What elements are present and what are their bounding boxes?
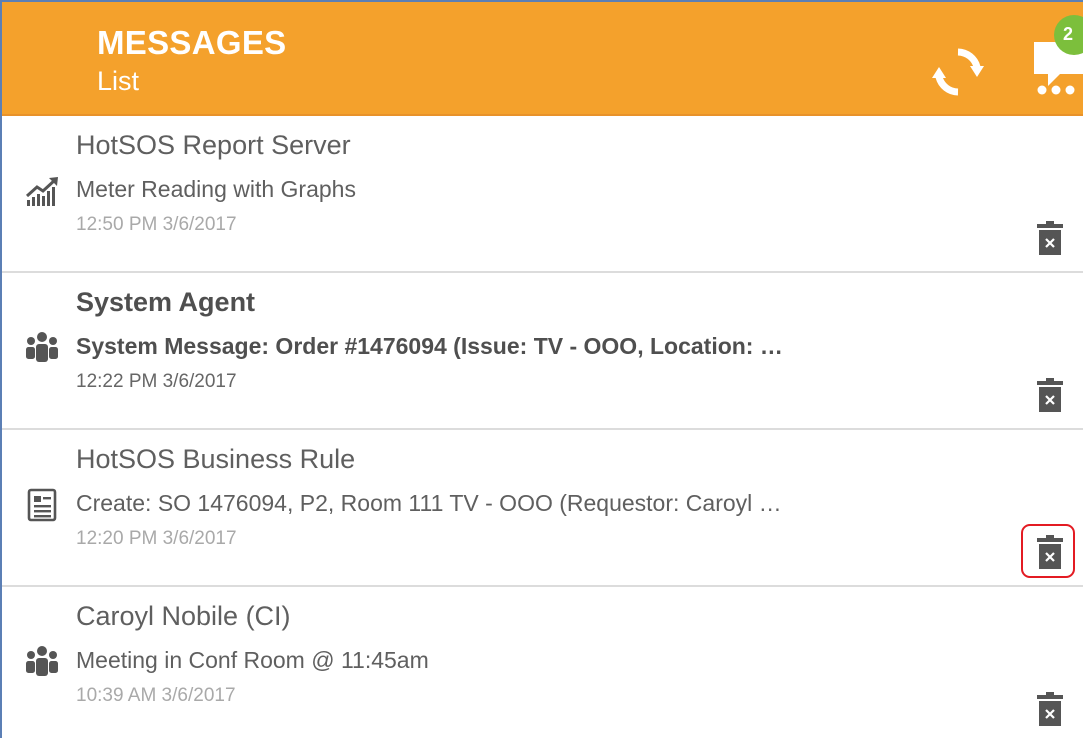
message-subject: Meeting in Conf Room @ 11:45am <box>76 647 429 673</box>
message-timestamp: 12:22 PM 3/6/2017 <box>76 371 237 392</box>
message-timestamp: 12:20 PM 3/6/2017 <box>76 528 237 549</box>
chart-trend-icon <box>25 177 58 206</box>
message-row[interactable]: HotSOS Report Server Meter Reading with … <box>2 116 1083 273</box>
page-subtitle: List <box>97 66 140 96</box>
message-sender: System Agent <box>76 287 256 317</box>
message-list: HotSOS Report Server Meter Reading with … <box>2 116 1083 738</box>
message-subject: System Message: Order #1476094 (Issue: T… <box>76 333 783 359</box>
message-sender: Caroyl Nobile (CI) <box>76 601 291 631</box>
delete-trash-icon[interactable] <box>1036 534 1064 570</box>
message-sender: HotSOS Report Server <box>76 130 351 160</box>
message-row[interactable]: HotSOS Business Rule Create: SO 1476094,… <box>2 430 1083 587</box>
document-icon <box>27 488 57 522</box>
message-timestamp: 12:50 PM 3/6/2017 <box>76 214 237 235</box>
message-row[interactable]: System Agent System Message: Order #1476… <box>2 273 1083 430</box>
delete-trash-icon[interactable] <box>1036 691 1064 727</box>
messages-header: MESSAGES List 2 <box>2 2 1083 116</box>
delete-trash-icon[interactable] <box>1036 377 1064 413</box>
messages-window: MESSAGES List 2 HotSOS Report Server Met… <box>0 0 1083 738</box>
message-timestamp: 10:39 AM 3/6/2017 <box>76 685 236 706</box>
message-row[interactable]: Caroyl Nobile (CI) Meeting in Conf Room … <box>2 587 1083 738</box>
group-icon <box>26 646 58 676</box>
group-icon <box>26 332 58 362</box>
delete-trash-icon[interactable] <box>1036 220 1064 256</box>
refresh-icon[interactable] <box>930 46 986 98</box>
message-subject: Create: SO 1476094, P2, Room 111 TV - OO… <box>76 490 782 516</box>
message-subject: Meter Reading with Graphs <box>76 176 356 202</box>
page-title: MESSAGES <box>97 24 287 61</box>
message-sender: HotSOS Business Rule <box>76 444 356 474</box>
